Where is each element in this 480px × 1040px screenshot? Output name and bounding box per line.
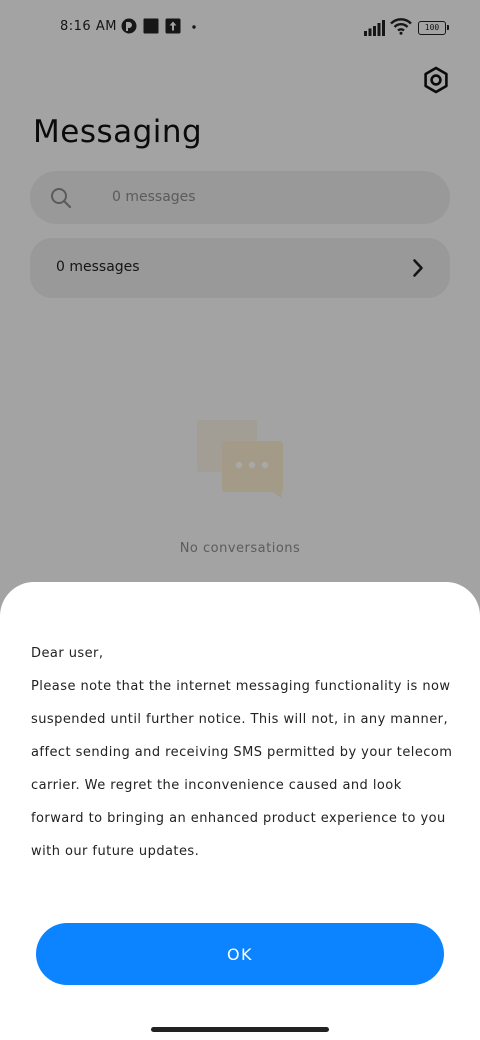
dialog-line-5: forward to bringing an enhanced product … xyxy=(31,811,446,826)
home-indicator[interactable] xyxy=(151,1027,329,1032)
dialog-line-3: affect sending and receiving SMS permitt… xyxy=(31,745,453,760)
dialog-line-2: suspended until further notice. This wil… xyxy=(31,712,449,727)
dialog-line-1: Please note that the internet messaging … xyxy=(31,679,451,694)
dialog-line-4: carrier. We regret the inconvenience cau… xyxy=(31,778,402,793)
dialog-line-6: with our future updates. xyxy=(31,844,200,859)
notice-dialog: Dear user, Please note that the internet… xyxy=(0,582,480,1040)
ok-button[interactable]: OK xyxy=(36,923,444,985)
dialog-greeting: Dear user, xyxy=(31,646,104,661)
